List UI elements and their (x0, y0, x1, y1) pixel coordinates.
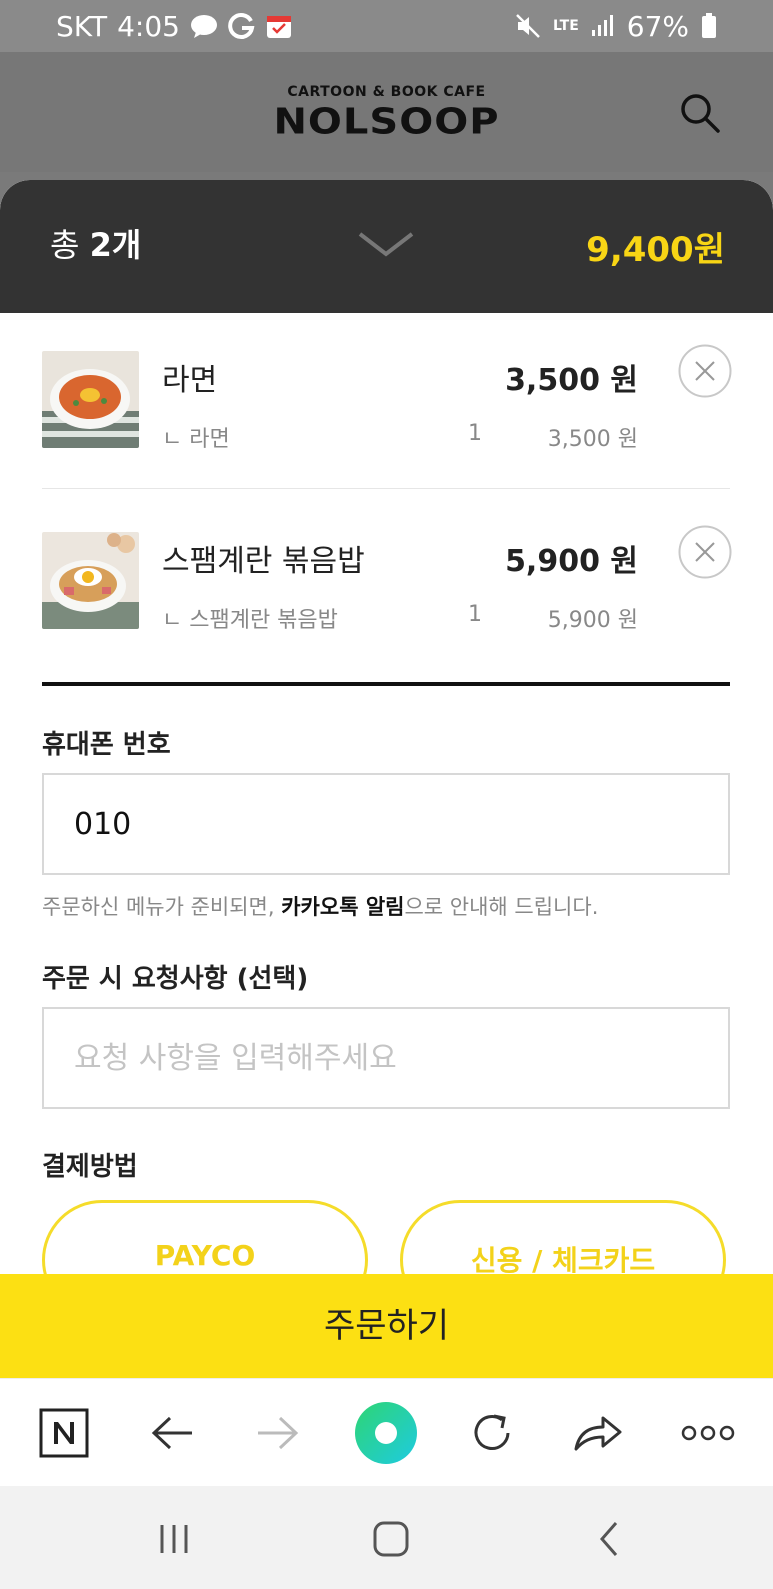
carrier-label: SKT (56, 9, 108, 43)
back-icon[interactable] (584, 1514, 634, 1564)
chevron-down-icon[interactable] (356, 228, 416, 262)
cart-item: 스팸계란 볶음밥 ㄴ 스팸계란 볶음밥 1 5,900 원 5,900 원 (42, 525, 732, 642)
order-button[interactable]: 주문하기 (0, 1274, 773, 1378)
cart-summary-bar[interactable]: 총 2개 9,400원 (0, 180, 773, 313)
signal-icon (591, 14, 615, 38)
browser-toolbar (0, 1378, 773, 1487)
request-input[interactable] (42, 1007, 730, 1109)
g-notification-icon (228, 12, 256, 40)
battery-label: 67% (626, 9, 689, 43)
item-name: 라면 (162, 363, 218, 398)
share-icon[interactable] (566, 1401, 630, 1465)
item-subtotal: 3,500 원 (547, 427, 638, 452)
calendar-notification-icon (266, 13, 292, 39)
logo-title: NOLSOOP (273, 101, 500, 143)
notice-text-bold: 카카오톡 알림 (281, 895, 405, 919)
home-circle-icon[interactable] (354, 1401, 418, 1465)
notice-text-post: 으로 안내해 드립니다. (404, 895, 599, 919)
section-divider (42, 682, 730, 686)
payment-label: 결제방법 (42, 1152, 138, 1182)
close-icon[interactable] (678, 344, 732, 398)
item-subtotal: 5,900 원 (547, 608, 638, 633)
more-icon[interactable] (676, 1401, 740, 1465)
system-navigation-bar (0, 1486, 773, 1589)
item-option: ㄴ 라면 (162, 427, 230, 452)
battery-icon (701, 13, 717, 39)
item-quantity: 1 (468, 602, 482, 627)
request-label: 주문 시 요청사항 (선택) (42, 964, 309, 994)
item-option: ㄴ 스팸계란 볶음밥 (162, 608, 338, 633)
recent-apps-icon[interactable] (149, 1514, 199, 1564)
cart-item: 라면 ㄴ 라면 1 3,500 원 3,500 원 (42, 344, 732, 461)
network-label: LTE (553, 18, 579, 34)
total-count-value: 2개 (89, 226, 142, 264)
naver-n-icon[interactable] (32, 1401, 96, 1465)
ramen-thumbnail (42, 351, 139, 448)
phone-input[interactable] (42, 773, 730, 875)
total-count: 총 2개 (50, 220, 141, 266)
back-arrow-icon[interactable] (140, 1401, 204, 1465)
logo-subtitle: CARTOON & BOOK CAFE (287, 84, 486, 100)
item-price: 3,500 원 (505, 363, 638, 398)
close-icon[interactable] (678, 525, 732, 579)
fried-rice-thumbnail (42, 532, 139, 629)
talk-notification-icon (190, 14, 218, 38)
time-label: 4:05 (117, 9, 180, 43)
item-divider (42, 488, 730, 489)
item-price: 5,900 원 (505, 544, 638, 579)
status-bar: SKT 4:05 LTE 67% (0, 0, 773, 52)
total-price: 9,400원 (586, 230, 725, 270)
home-icon[interactable] (366, 1514, 416, 1564)
total-prefix: 총 (50, 226, 80, 264)
phone-label: 휴대폰 번호 (42, 730, 171, 760)
search-icon[interactable] (679, 92, 721, 134)
refresh-icon[interactable] (460, 1401, 524, 1465)
item-quantity: 1 (468, 421, 482, 446)
kakao-notice: 주문하신 메뉴가 준비되면, 카카오톡 알림으로 안내해 드립니다. (42, 891, 598, 921)
mute-icon (515, 13, 541, 39)
notice-text-pre: 주문하신 메뉴가 준비되면, (42, 895, 282, 919)
brand-logo[interactable]: CARTOON & BOOK CAFE NOLSOOP (0, 84, 773, 142)
item-name: 스팸계란 볶음밥 (162, 544, 365, 579)
forward-arrow-icon[interactable] (246, 1401, 310, 1465)
cart-sheet: 총 2개 9,400원 라면 ㄴ 라면 1 3,500 원 3,500 원 스팸… (0, 180, 773, 1380)
app-header: CARTOON & BOOK CAFE NOLSOOP (0, 52, 773, 172)
